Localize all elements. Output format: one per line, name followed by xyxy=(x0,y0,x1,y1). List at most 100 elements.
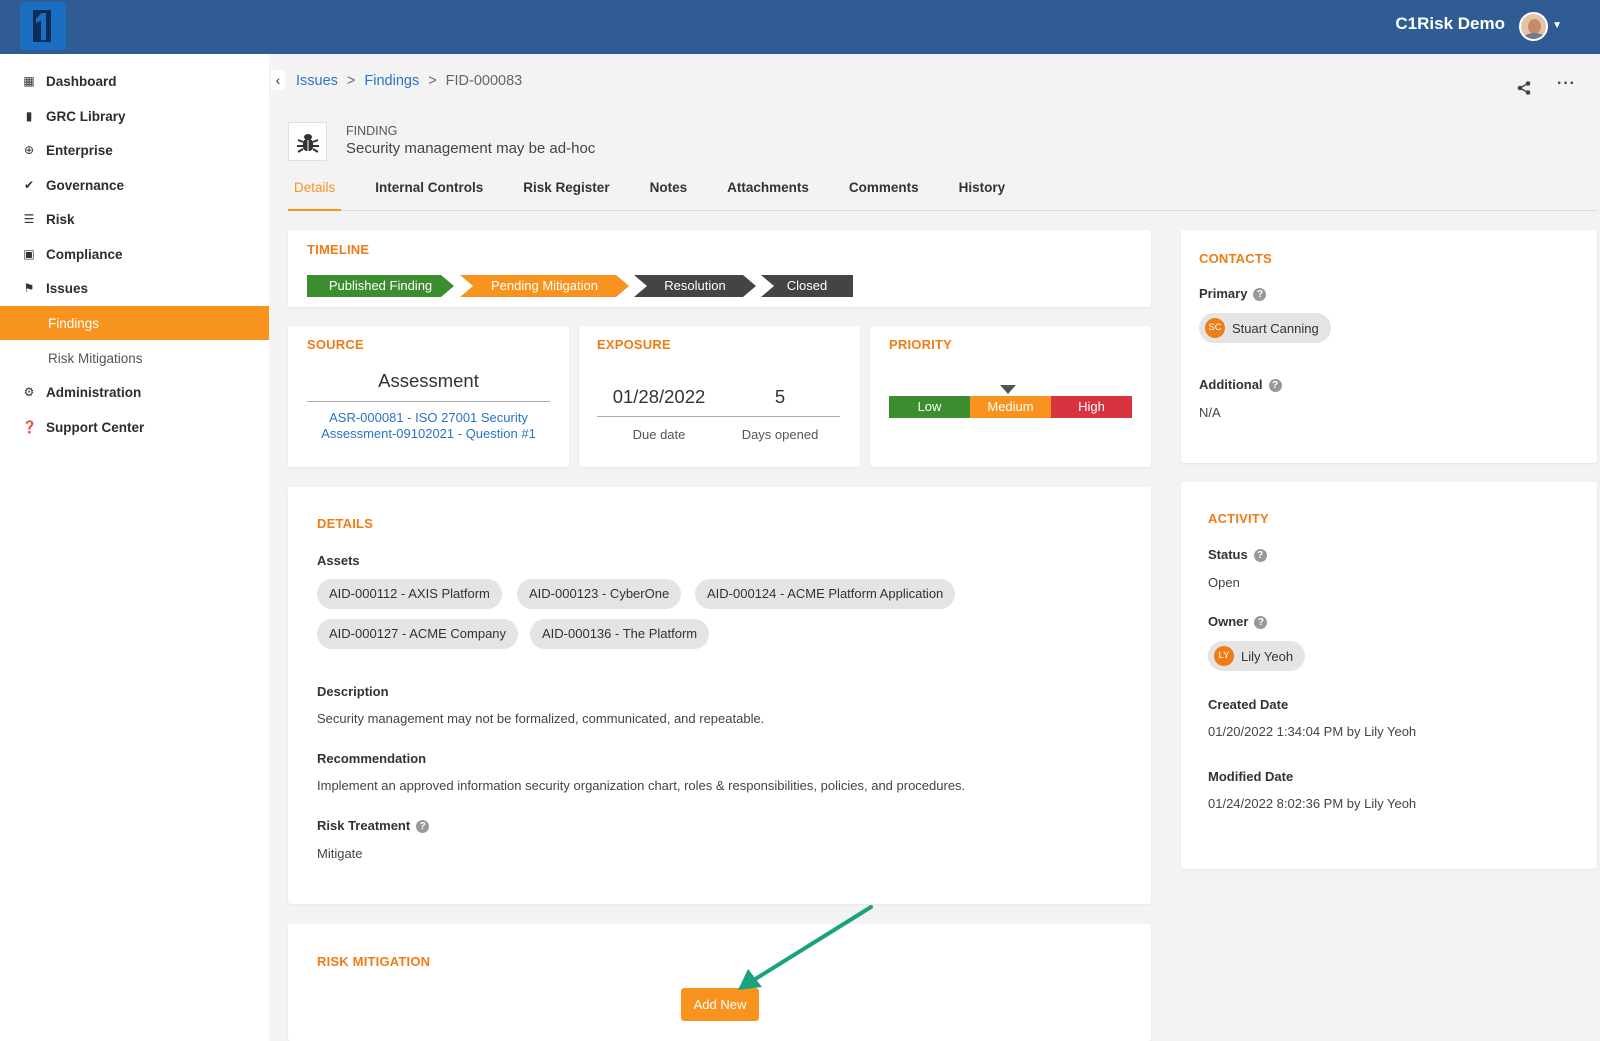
additional-contacts-value: N/A xyxy=(1199,405,1221,420)
tab-history[interactable]: History xyxy=(953,175,1012,211)
risk-treatment-value: Mitigate xyxy=(317,846,363,861)
annotation-arrow-icon xyxy=(738,905,873,990)
additional-label-text: Additional xyxy=(1199,377,1263,392)
tab-details[interactable]: Details xyxy=(288,175,342,211)
timeline-step-pending: Pending Mitigation xyxy=(460,275,629,297)
record-title: Security management may be ad-hoc xyxy=(346,140,596,157)
priority-high: High xyxy=(1051,396,1132,418)
c1risk-logo[interactable] xyxy=(20,2,66,50)
sidebar-item-label: Enterprise xyxy=(46,142,113,158)
timeline-step-resolution: Resolution xyxy=(634,275,756,297)
priority-title: PRIORITY xyxy=(889,337,952,352)
help-icon[interactable]: ? xyxy=(416,820,430,833)
bug-icon xyxy=(288,122,327,161)
asset-chip[interactable]: AID-000123 - CyberOne xyxy=(517,579,682,609)
source-divider xyxy=(307,401,550,402)
breadcrumb-separator: > xyxy=(346,73,356,89)
sidebar-item-risk-mitigations[interactable]: Risk Mitigations xyxy=(0,341,269,375)
double-check-icon: ✔ xyxy=(23,178,35,192)
sidebar-item-issues[interactable]: ⚑ Issues xyxy=(0,271,269,305)
description-value: Security management may not be formalize… xyxy=(317,711,765,726)
sidebar-item-compliance[interactable]: ▣ Compliance xyxy=(0,237,269,271)
created-date-value: 01/20/2022 1:34:04 PM by Lily Yeoh xyxy=(1208,724,1417,739)
asset-chip[interactable]: AID-000127 - ACME Company xyxy=(317,619,519,649)
owner-label: Owner? xyxy=(1208,614,1268,629)
tab-notes[interactable]: Notes xyxy=(644,175,694,211)
risk-mitigation-card xyxy=(288,924,1151,1041)
additional-contacts-label: Additional? xyxy=(1199,377,1282,392)
app-name[interactable]: C1Risk Demo xyxy=(1395,14,1505,34)
exposure-title: EXPOSURE xyxy=(597,337,671,352)
primary-contact-chip[interactable]: SC Stuart Canning xyxy=(1199,313,1331,343)
gear-icon: ⚙ xyxy=(23,385,35,399)
globe-icon: ⊕ xyxy=(23,143,35,157)
help-icon[interactable]: ? xyxy=(1268,379,1282,392)
sidebar-item-label: Findings xyxy=(48,315,100,331)
dashboard-icon: ▦ xyxy=(23,74,35,88)
back-chevron-icon[interactable]: ‹ xyxy=(271,70,285,90)
sidebar-item-governance[interactable]: ✔ Governance xyxy=(0,168,269,202)
source-title: SOURCE xyxy=(307,337,364,352)
user-avatar[interactable] xyxy=(1519,12,1548,41)
modified-date-label: Modified Date xyxy=(1208,769,1294,784)
asset-chip[interactable]: AID-000112 - AXIS Platform xyxy=(317,579,502,609)
description-label: Description xyxy=(317,684,389,699)
breadcrumb: Issues > Findings > FID-000083 xyxy=(296,73,522,89)
assets-label: Assets xyxy=(317,553,360,568)
top-bar: C1Risk Demo ▼ xyxy=(0,0,1600,54)
contact-initials: SC xyxy=(1205,318,1225,338)
breadcrumb-issues-link[interactable]: Issues xyxy=(296,73,338,89)
activity-title: ACTIVITY xyxy=(1208,511,1269,526)
priority-medium: Medium xyxy=(970,396,1051,418)
source-link[interactable]: ASR-000081 - ISO 27001 Security Assessme… xyxy=(312,410,545,442)
due-date-label: Due date xyxy=(632,427,686,442)
status-label-text: Status xyxy=(1208,547,1248,562)
sidebar-item-label: Dashboard xyxy=(46,73,117,89)
sidebar-item-label: Administration xyxy=(46,384,142,400)
tab-bar: Details Internal Controls Risk Register … xyxy=(288,175,1598,211)
tab-risk-register[interactable]: Risk Register xyxy=(517,175,615,211)
owner-name: Lily Yeoh xyxy=(1241,648,1294,664)
sidebar-item-support-center[interactable]: ❓ Support Center xyxy=(0,410,269,444)
risk-treatment-text: Risk Treatment xyxy=(317,818,411,833)
exposure-divider xyxy=(597,416,840,417)
sidebar-item-risk[interactable]: ☰ Risk xyxy=(0,202,269,236)
more-options-icon[interactable]: ··· xyxy=(1557,76,1576,92)
recommendation-label: Recommendation xyxy=(317,751,427,766)
status-value: Open xyxy=(1208,575,1240,590)
contact-name: Stuart Canning xyxy=(1232,320,1319,336)
tab-comments[interactable]: Comments xyxy=(843,175,925,211)
timeline-step-closed: Closed xyxy=(761,275,853,297)
sidebar-item-findings[interactable]: Findings xyxy=(0,306,269,340)
risk-mitigation-title: RISK MITIGATION xyxy=(317,954,431,969)
status-label: Status? xyxy=(1208,547,1267,562)
created-date-label: Created Date xyxy=(1208,697,1289,712)
breadcrumb-separator: > xyxy=(428,73,437,89)
primary-contact-label: Primary? xyxy=(1199,286,1267,301)
sidebar-item-label: Support Center xyxy=(46,419,145,435)
sidebar: ▦ Dashboard ▮ GRC Library ⊕ Enterprise ✔ Gov… xyxy=(0,54,269,1041)
modified-date-value: 01/24/2022 8:02:36 PM by Lily Yeoh xyxy=(1208,796,1417,811)
share-icon[interactable] xyxy=(1516,80,1532,96)
tab-internal-controls[interactable]: Internal Controls xyxy=(369,175,489,211)
priority-low: Low xyxy=(889,396,970,418)
sidebar-item-administration[interactable]: ⚙ Administration xyxy=(0,375,269,409)
help-icon[interactable]: ? xyxy=(1253,288,1267,301)
asset-chip[interactable]: AID-000136 - The Platform xyxy=(530,619,710,649)
record-type: FINDING xyxy=(346,124,398,138)
primary-label-text: Primary xyxy=(1199,286,1248,301)
sidebar-item-dashboard[interactable]: ▦ Dashboard xyxy=(0,64,269,98)
sidebar-item-enterprise[interactable]: ⊕ Enterprise xyxy=(0,133,269,167)
recommendation-value: Implement an approved information securi… xyxy=(317,778,966,793)
help-icon[interactable]: ? xyxy=(1254,616,1268,629)
asset-chip[interactable]: AID-000124 - ACME Platform Application xyxy=(695,579,956,609)
sidebar-item-grc-library[interactable]: ▮ GRC Library xyxy=(0,99,269,133)
details-title: DETAILS xyxy=(317,516,374,531)
help-icon[interactable]: ? xyxy=(1253,549,1267,562)
owner-chip[interactable]: LY Lily Yeoh xyxy=(1208,641,1306,671)
owner-initials: LY xyxy=(1214,646,1234,666)
breadcrumb-findings-link[interactable]: Findings xyxy=(364,73,419,89)
tab-attachments[interactable]: Attachments xyxy=(721,175,815,211)
caret-down-icon[interactable]: ▼ xyxy=(1552,20,1562,31)
timeline-step-published: Published Finding xyxy=(307,275,454,297)
